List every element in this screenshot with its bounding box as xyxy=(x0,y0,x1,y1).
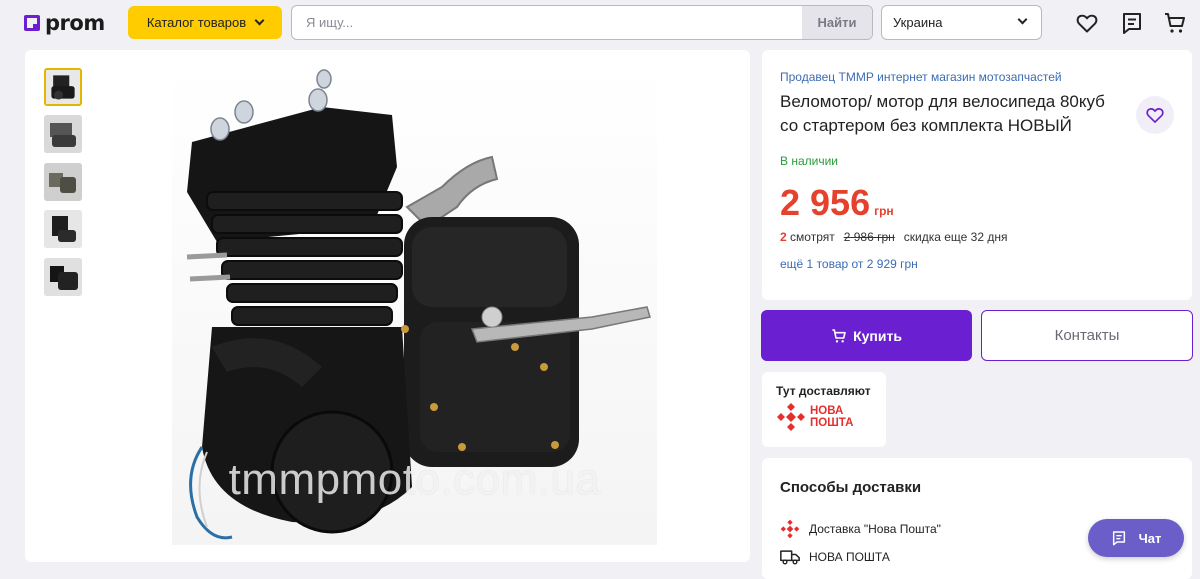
delivery-badge-label: Тут доставляют xyxy=(776,384,871,398)
region-value: Украина xyxy=(893,15,943,30)
search-input[interactable] xyxy=(292,6,802,39)
truck-icon xyxy=(780,550,800,565)
delivery-badge: Тут доставляют НОВА ПОШТА xyxy=(762,372,886,447)
nova-poshta-icon xyxy=(780,519,800,539)
main-product-photo[interactable]: tmmpmoto.com.ua xyxy=(172,67,657,545)
search-button[interactable]: Найти xyxy=(802,6,872,39)
more-offers-link[interactable]: ещё 1 товар от 2 929 грн xyxy=(780,257,918,271)
catalog-button[interactable]: Каталог товаров xyxy=(128,6,282,39)
product-gallery: tmmpmoto.com.ua xyxy=(25,50,750,562)
thumbnail-3[interactable] xyxy=(44,163,82,201)
product-price: 2 956 грн xyxy=(780,183,894,231)
prom-logo-icon xyxy=(24,15,40,31)
top-header: prom Каталог товаров Найти Украина xyxy=(0,0,1200,46)
chat-label: Чат xyxy=(1138,530,1162,546)
delivery-method-label: НОВА ПОШТА xyxy=(809,550,890,564)
contacts-button[interactable]: Контакты xyxy=(981,310,1193,361)
discount-note: скидка еще 32 дня xyxy=(903,230,1008,244)
thumbnail-5[interactable] xyxy=(44,258,82,296)
thumbnail-1[interactable] xyxy=(44,68,82,106)
photo-watermark: tmmpmoto.com.ua xyxy=(228,455,601,504)
heart-icon[interactable] xyxy=(1075,11,1099,35)
chat-icon xyxy=(1112,531,1125,546)
prom-logo[interactable]: prom xyxy=(24,11,105,35)
add-to-favorites-button[interactable] xyxy=(1136,96,1174,134)
cart-icon[interactable] xyxy=(1163,11,1187,35)
watching-label: смотрят xyxy=(790,230,835,244)
chevron-down-icon xyxy=(1017,14,1028,25)
delivery-method-label: Доставка "Нова Пошта" xyxy=(809,522,941,536)
carrier-line-1: НОВА xyxy=(810,405,844,417)
region-select[interactable]: Украина xyxy=(881,5,1042,40)
search-bar: Найти xyxy=(291,5,873,40)
price-meta: 2 смотрят 2 986 грн скидка еще 32 дня xyxy=(780,230,1008,244)
buy-label: Купить xyxy=(853,327,902,344)
seller-link[interactable]: Продавец ТММР интернет магазин мотозапча… xyxy=(780,70,1062,84)
delivery-method-item: Доставка "Нова Пошта" xyxy=(780,519,941,539)
nova-poshta-logo: НОВА ПОШТА xyxy=(776,402,853,432)
engine-thumb-icon xyxy=(44,163,82,201)
watching-number: 2 xyxy=(780,230,787,244)
chat-button[interactable]: Чат xyxy=(1088,519,1184,557)
engine-thumb-icon xyxy=(46,70,80,104)
watching-count: 2 смотрят xyxy=(780,230,835,244)
thumbnail-2[interactable] xyxy=(44,115,82,153)
cart-icon xyxy=(832,328,846,343)
price-currency: грн xyxy=(874,204,894,218)
old-price: 2 986 грн xyxy=(843,230,895,244)
delivery-method-item: НОВА ПОШТА xyxy=(780,548,890,566)
orders-icon[interactable] xyxy=(1120,11,1144,35)
engine-thumb-icon xyxy=(44,115,82,153)
product-title: Веломотор/ мотор для велосипеда 80куб со… xyxy=(780,92,1105,135)
availability-status: В наличии xyxy=(780,154,839,168)
price-value: 2 956 xyxy=(780,182,871,223)
nova-poshta-text: НОВА ПОШТА xyxy=(810,405,853,429)
product-info-panel: Продавец ТММР интернет магазин мотозапча… xyxy=(762,50,1192,300)
heart-icon xyxy=(1146,108,1164,123)
engine-thumb-icon xyxy=(44,258,82,296)
chevron-down-icon xyxy=(254,15,265,26)
nova-poshta-icon xyxy=(777,403,805,431)
delivery-heading: Способы доставки xyxy=(780,479,922,496)
engine-thumb-icon xyxy=(44,210,82,248)
carrier-line-2: ПОШТА xyxy=(810,417,854,429)
catalog-label: Каталог товаров xyxy=(146,15,247,30)
buy-button[interactable]: Купить xyxy=(761,310,972,361)
thumbnail-4[interactable] xyxy=(44,210,82,248)
logo-text: prom xyxy=(45,11,105,35)
